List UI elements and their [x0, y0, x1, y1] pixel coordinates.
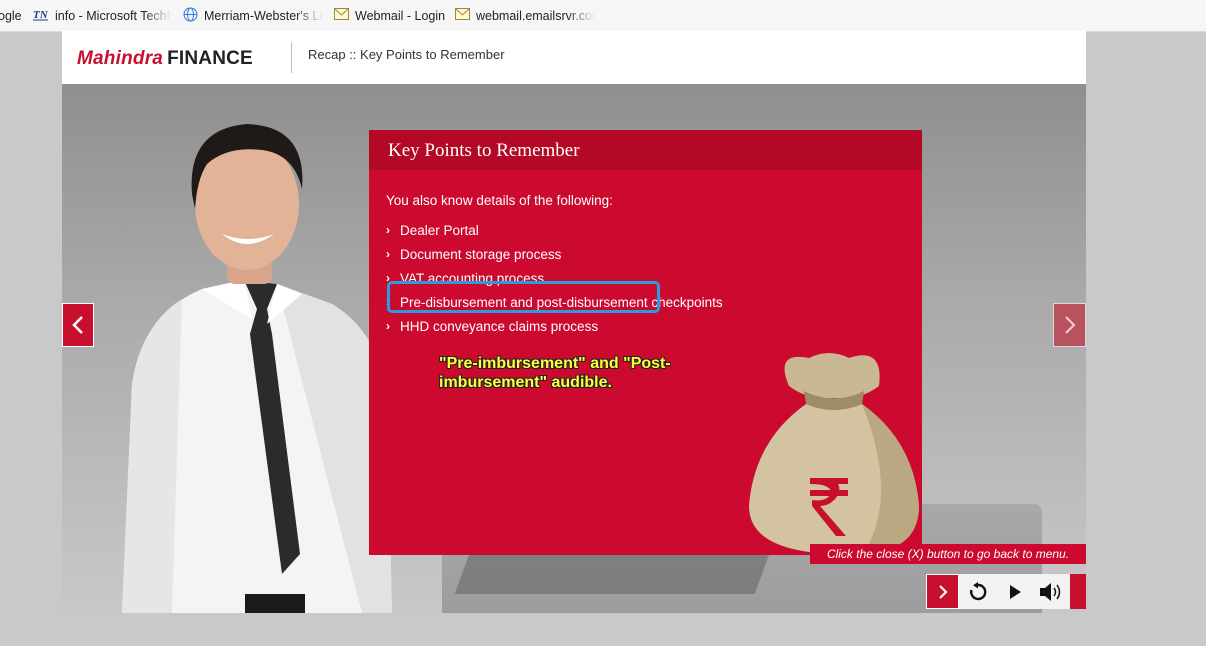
point-label: Document storage process	[400, 246, 562, 262]
header-divider	[291, 42, 292, 73]
svg-text:TN: TN	[33, 9, 49, 21]
next-slide-button[interactable]	[1053, 303, 1086, 347]
mail-icon	[455, 8, 470, 23]
point-label: Dealer Portal	[400, 222, 479, 238]
bookmark-webmail-login[interactable]: Webmail - Login	[334, 0, 446, 31]
panel-title: Key Points to Remember	[388, 140, 580, 161]
replay-button[interactable]	[959, 574, 996, 609]
tn-icon: TN	[33, 7, 49, 24]
chevron-right-icon: ›	[386, 223, 390, 237]
close-hint: Click the close (X) button to go back to…	[810, 544, 1086, 564]
play-icon	[1009, 584, 1021, 599]
review-note: "Pre-imbursement" and "Post- imbursement…	[439, 354, 671, 392]
point-label: HHD conveyance claims process	[400, 318, 599, 334]
slide-stage: Key Points to Remember You also know det…	[62, 84, 1086, 613]
presenter-image	[122, 124, 392, 613]
page-title: Recap :: Key Points to Remember	[308, 47, 505, 62]
bookmark-label: Merriam-Webster's Le	[204, 8, 323, 23]
mahindra-finance-logo: Mahindra FINANCE	[77, 48, 253, 70]
background-keyboard	[454, 554, 770, 594]
chevron-left-icon	[72, 316, 83, 334]
volume-button[interactable]	[1033, 574, 1070, 609]
bookmark-microsoft-technet[interactable]: TN info - Microsoft TechN	[33, 0, 171, 31]
play-button[interactable]	[996, 574, 1033, 609]
logo-brand: Mahindra	[77, 48, 164, 69]
rupee-money-bag-image	[749, 353, 919, 554]
chevron-right-icon: ›	[386, 247, 390, 261]
next-icon	[938, 584, 948, 599]
course-header: Mahindra FINANCE Recap :: Key Points to R…	[62, 31, 1086, 84]
controls-end-cap	[1070, 574, 1086, 609]
panel-header: Key Points to Remember	[369, 130, 922, 170]
bookmark-merriam-webster[interactable]: Merriam-Webster's Le	[183, 0, 323, 31]
bookmark-google[interactable]: ogle	[0, 0, 28, 31]
note-line: imbursement" audible.	[439, 374, 612, 391]
volume-icon	[1039, 582, 1060, 601]
key-points-list: › Dealer Portal › Document storage process…	[386, 218, 723, 338]
chevron-right-icon	[1064, 316, 1075, 334]
player-controls	[926, 574, 1086, 609]
chevron-right-icon: ›	[386, 319, 390, 333]
previous-slide-button[interactable]	[62, 303, 94, 347]
globe-icon	[183, 7, 198, 25]
bookmark-webmail-emailsrvr[interactable]: webmail.emailsrvr.com	[455, 0, 595, 31]
note-line: "Pre-imbursement" and "Post-	[439, 355, 671, 372]
mail-icon	[334, 8, 349, 23]
bookmark-label: Webmail - Login	[355, 8, 446, 23]
next-button[interactable]	[926, 574, 959, 609]
logo-suffix: FINANCE	[167, 48, 253, 69]
list-item: › Dealer Portal	[386, 218, 723, 242]
replay-icon	[969, 581, 986, 600]
list-item: › Document storage process	[386, 242, 723, 266]
panel-intro: You also know details of the following:	[386, 193, 613, 208]
bookmarks-bar: ogle TN info - Microsoft TechN Merriam-W…	[0, 0, 1206, 32]
bookmark-label: webmail.emailsrvr.com	[476, 8, 595, 23]
highlight-box	[387, 281, 660, 313]
bookmark-label: ogle	[0, 8, 22, 23]
bookmark-label: info - Microsoft TechN	[55, 8, 171, 23]
list-item: › HHD conveyance claims process	[386, 314, 723, 338]
